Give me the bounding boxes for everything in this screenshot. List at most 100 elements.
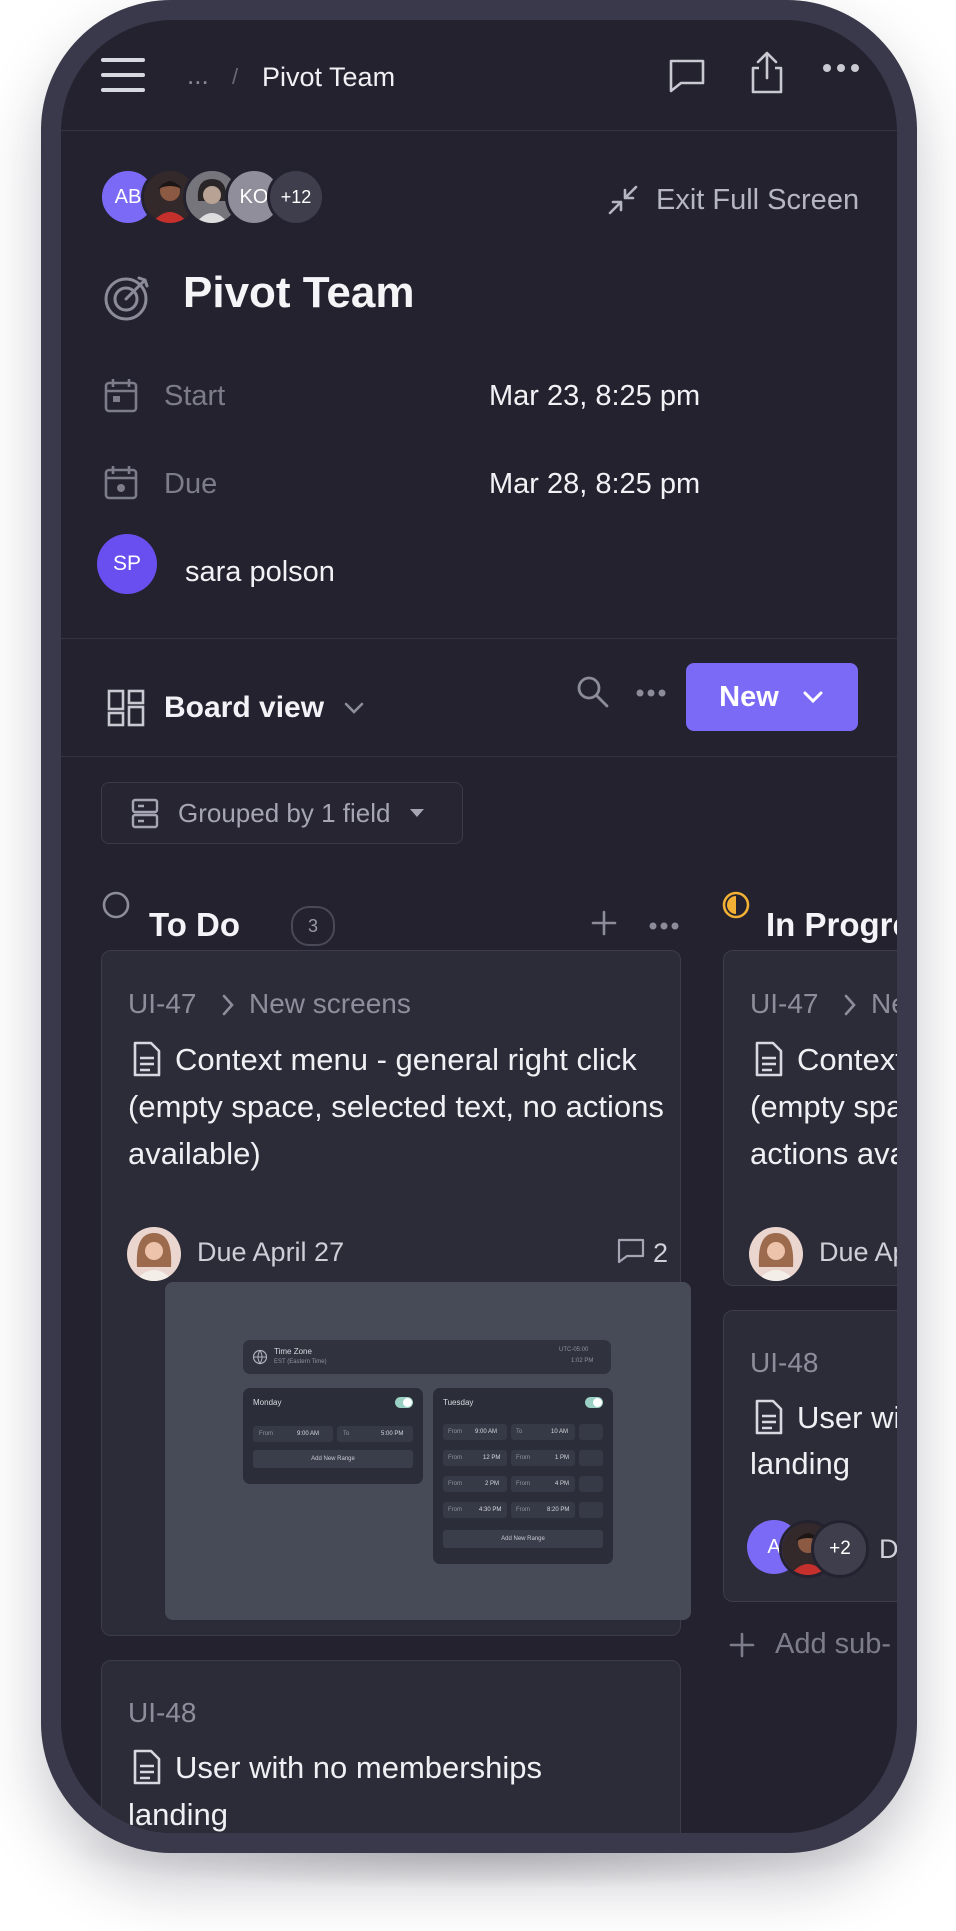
board-view-icon	[107, 689, 145, 727]
start-date-value[interactable]: Mar 23, 8:25 pm	[489, 380, 700, 413]
time-label: From	[448, 1429, 462, 1435]
attachment-preview[interactable]: Time Zone EST (Eastern Time) UTC-05:00 1…	[165, 1282, 691, 1620]
add-icon[interactable]	[591, 910, 617, 941]
assignee-photo[interactable]	[749, 1227, 803, 1281]
remove-range	[579, 1476, 603, 1492]
due-date: Due Ap	[819, 1237, 897, 1267]
column-count: 3	[291, 906, 335, 946]
group-by-dropdown[interactable]: Grouped by 1 field	[101, 782, 463, 844]
divider	[61, 756, 897, 757]
time-label: To	[516, 1429, 523, 1435]
task-id[interactable]: UI-48	[750, 1347, 818, 1379]
assignee-avatar[interactable]: SP	[97, 534, 157, 594]
due-label: Due	[164, 468, 218, 500]
chevron-right-icon	[841, 992, 859, 1023]
status-in-progress-icon	[721, 890, 751, 925]
globe-icon	[252, 1349, 268, 1365]
time-label: To	[343, 1431, 350, 1437]
add-icon	[729, 1632, 755, 1657]
time-range-from: From 9:00 AM	[443, 1424, 507, 1440]
monday-panel: Monday From 9:00 AM To 5:00 PM Add New Ran…	[243, 1388, 423, 1484]
tuesday-toggle	[585, 1397, 603, 1408]
task-title-line[interactable]: Context	[797, 1036, 897, 1083]
assignee-initials: SP	[112, 552, 141, 575]
comment-count: 2	[653, 1238, 669, 1268]
tuesday-label: Tuesday	[443, 1398, 474, 1407]
timezone-bar: Time Zone EST (Eastern Time) UTC-05:00 1…	[243, 1340, 611, 1374]
add-range-button: Add New Range	[253, 1450, 413, 1468]
due-date-value[interactable]: Mar 28, 8:25 pm	[489, 468, 700, 501]
avatar-overflow[interactable]: +12	[267, 168, 325, 226]
column-count-value: 3	[307, 915, 318, 936]
breadcrumb-current: Pivot Team	[262, 62, 396, 92]
time-range-from: From 9:00 AM	[253, 1426, 333, 1442]
remove-range	[579, 1424, 603, 1440]
phone-frame: ... / Pivot Team AB KO +12 Exit Full Scr…	[41, 0, 917, 1853]
time-label: From	[448, 1507, 462, 1513]
task-title[interactable]: User with no memberships landing	[128, 1744, 618, 1833]
time-range-from: From 12 PM	[443, 1450, 507, 1466]
breadcrumb-ellipsis[interactable]: ...	[187, 60, 209, 91]
monday-label: Monday	[253, 1398, 282, 1407]
timezone-subtitle: EST (Eastern Time)	[274, 1359, 327, 1365]
task-title-line[interactable]: actions ava	[750, 1130, 897, 1177]
time-value: 5:00 PM	[381, 1431, 404, 1437]
task-id[interactable]: UI-47	[750, 988, 818, 1020]
more-icon[interactable]	[649, 918, 679, 936]
timezone-title: Time Zone	[274, 1347, 312, 1356]
task-id[interactable]: UI-47	[128, 988, 196, 1020]
task-title[interactable]: Context menu - general right click (empt…	[128, 1036, 668, 1177]
target-icon	[101, 270, 155, 329]
time-range-to: From 1 PM	[511, 1450, 575, 1466]
time-range-from: From 4:30 PM	[443, 1502, 507, 1518]
group-icon	[131, 798, 159, 829]
timezone-offset: UTC-05:00	[559, 1347, 589, 1353]
column-title: In Progre	[766, 906, 897, 943]
more-icon[interactable]	[635, 686, 667, 704]
caret-down-icon	[410, 809, 425, 817]
breadcrumb-separator: /	[232, 64, 239, 89]
add-subtask-button[interactable]: Add sub-	[729, 1628, 891, 1661]
assignee-name[interactable]: sara polson	[185, 556, 335, 589]
more-icon[interactable]	[821, 60, 865, 104]
calendar-icon	[103, 377, 139, 420]
parent-task[interactable]: New screens	[249, 988, 411, 1020]
divider	[61, 638, 897, 639]
assignee-photo[interactable]	[127, 1227, 181, 1281]
share-icon[interactable]	[749, 50, 793, 94]
app-screen: ... / Pivot Team AB KO +12 Exit Full Scr…	[61, 20, 897, 1833]
task-title-line[interactable]: User wi	[797, 1394, 897, 1441]
collapse-icon	[608, 185, 638, 215]
calendar-icon	[103, 464, 139, 507]
parent-task[interactable]: Ne	[871, 988, 897, 1020]
search-icon[interactable]	[575, 674, 611, 715]
time-range-to: From 8:20 PM	[511, 1502, 575, 1518]
avatar-initials: KO	[239, 185, 269, 208]
time-value: 4:30 PM	[479, 1507, 502, 1513]
new-button[interactable]: New	[686, 663, 858, 731]
column-title: To Do	[149, 906, 241, 943]
avatar-overflow[interactable]: +2	[811, 1520, 869, 1578]
add-range-button: Add New Range	[443, 1530, 603, 1548]
avatar-initials: AB	[114, 185, 142, 208]
time-range-from: From 2 PM	[443, 1476, 507, 1492]
time-value: 10 AM	[551, 1429, 569, 1435]
time-value: 4 PM	[555, 1481, 570, 1487]
task-title-line[interactable]: landing	[750, 1440, 850, 1487]
menu-icon[interactable]	[101, 58, 145, 92]
new-button-label: New	[719, 680, 779, 713]
due-date: Du	[879, 1534, 897, 1564]
time-value: 12 PM	[483, 1455, 501, 1461]
comment-icon[interactable]	[616, 1236, 646, 1271]
board-view-label: Board view	[164, 691, 325, 724]
comment-icon[interactable]	[667, 56, 711, 100]
monday-toggle	[395, 1397, 413, 1408]
time-range-to: From 4 PM	[511, 1476, 575, 1492]
time-range-to: To 5:00 PM	[337, 1426, 413, 1442]
view-switcher[interactable]: Board view	[106, 688, 366, 728]
task-id[interactable]: UI-48	[128, 1697, 196, 1729]
exit-full-screen-button[interactable]: Exit Full Screen	[606, 180, 859, 220]
task-title-line[interactable]: (empty spa	[750, 1083, 897, 1130]
chevron-right-icon	[219, 992, 237, 1023]
time-value: 8:20 PM	[547, 1507, 570, 1513]
